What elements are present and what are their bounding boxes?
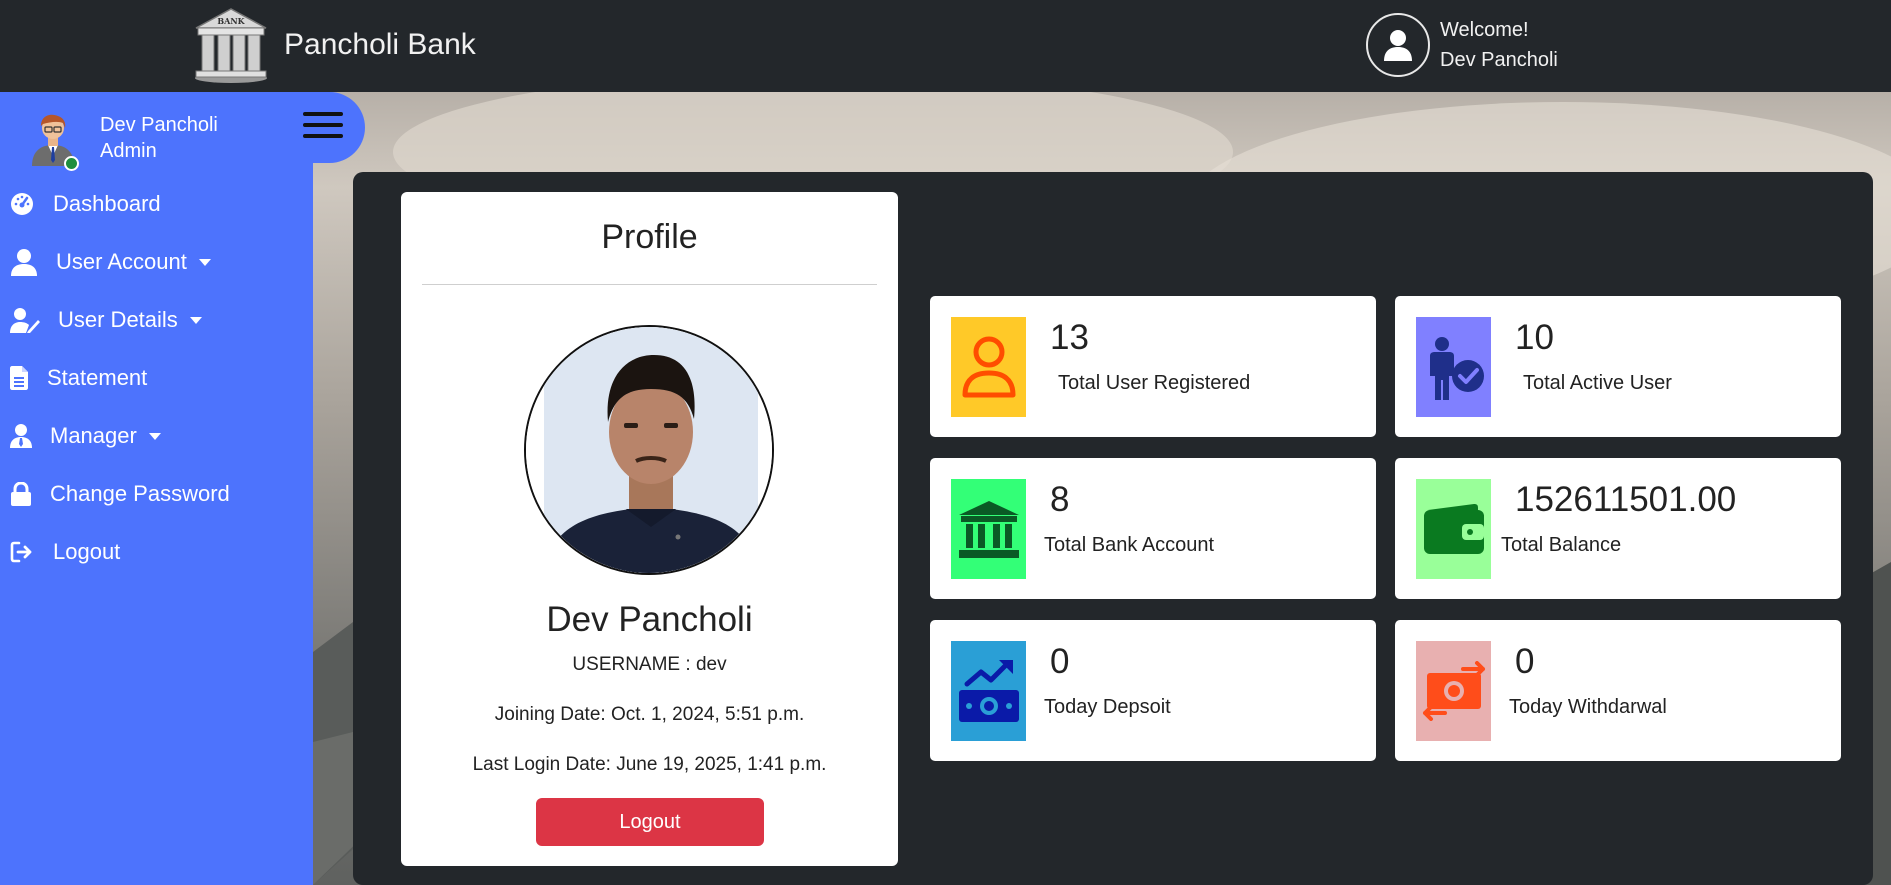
lock-icon <box>11 482 31 506</box>
stat-card-active-users[interactable]: 10 Total Active User <box>1395 296 1841 437</box>
sidebar-item-statement[interactable]: Statement <box>10 358 147 398</box>
profile-photo <box>524 325 774 575</box>
wallet-icon <box>1416 479 1491 579</box>
profile-joining-date: Joining Date: Oct. 1, 2024, 5:51 p.m. <box>494 704 805 725</box>
welcome-username: Dev Pancholi <box>1440 49 1558 71</box>
chevron-down-icon <box>148 432 161 440</box>
profile-card: Profile Dev Pancholi USERNAME : dev Join… <box>401 192 898 866</box>
sidebar-item-user-account[interactable]: User Account <box>10 242 211 282</box>
stat-card-today-withdrawal[interactable]: 0 Today Withdarwal <box>1395 620 1841 761</box>
sidebar-item-label: Change Password <box>50 481 230 506</box>
menu-toggle-icon[interactable] <box>303 112 343 142</box>
sidebar-user-role: Admin <box>100 140 157 162</box>
sidebar-user-panel: Dev Pancholi Admin <box>0 92 365 171</box>
stat-value: 8 <box>1050 480 1070 519</box>
bank-icon <box>951 479 1026 579</box>
stat-card-bank-accounts[interactable]: 8 Total Bank Account <box>930 458 1376 599</box>
stat-value: 0 <box>1050 642 1070 681</box>
user-icon <box>11 249 37 276</box>
profile-name: Dev Pancholi <box>546 600 753 639</box>
stat-value: 0 <box>1515 642 1535 681</box>
sidebar-item-change-password[interactable]: Change Password <box>10 474 230 514</box>
gauge-icon <box>11 193 33 215</box>
sidebar-item-label: Manager <box>50 423 137 448</box>
stat-label: Today Depsoit <box>1044 696 1171 718</box>
stat-value: 152611501.00 <box>1515 480 1737 519</box>
deposit-icon <box>951 641 1026 741</box>
sidebar-item-user-details[interactable]: User Details <box>10 300 202 340</box>
online-status-dot <box>64 156 79 171</box>
sign-out-icon <box>10 541 32 563</box>
bank-logo-icon: BANK <box>195 8 267 83</box>
sidebar-item-logout[interactable]: Logout <box>10 532 120 572</box>
sidebar-item-manager[interactable]: Manager <box>10 416 161 456</box>
sidebar-item-label: Dashboard <box>53 191 161 216</box>
top-navbar: BANK Pancholi Bank Welcome! Dev Pancholi <box>0 0 1891 92</box>
divider <box>422 284 877 285</box>
user-circle-icon <box>1366 13 1430 77</box>
stat-card-total-users[interactable]: 13 Total User Registered <box>930 296 1376 437</box>
brand[interactable]: BANK Pancholi Bank <box>190 6 476 84</box>
profile-username: USERNAME : dev <box>572 654 727 675</box>
stat-value: 10 <box>1515 318 1554 357</box>
stat-label: Total Active User <box>1523 372 1672 394</box>
welcome-user[interactable]: Welcome! Dev Pancholi <box>1366 13 1558 77</box>
user-check-icon <box>1416 317 1491 417</box>
sidebar-item-label: User Account <box>56 249 187 274</box>
profile-last-login: Last Login Date: June 19, 2025, 1:41 p.m… <box>472 754 827 775</box>
svg-text:BANK: BANK <box>217 16 245 26</box>
withdraw-icon <box>1416 641 1491 741</box>
chevron-down-icon <box>198 258 211 266</box>
user-outline-icon <box>951 317 1026 417</box>
stat-label: Total Bank Account <box>1044 534 1215 556</box>
sidebar-item-label: Logout <box>53 539 121 564</box>
stat-label: Total Balance <box>1501 534 1622 556</box>
sidebar-item-dashboard[interactable]: Dashboard <box>10 184 161 224</box>
sidebar-item-label: User Details <box>58 307 178 332</box>
brand-name: Pancholi Bank <box>284 28 476 61</box>
file-icon <box>10 366 28 390</box>
sidebar-user-name: Dev Pancholi <box>100 114 218 136</box>
profile-title: Profile <box>601 218 698 256</box>
welcome-greeting: Welcome! <box>1440 19 1529 41</box>
stat-value: 13 <box>1050 318 1089 357</box>
stat-label: Today Withdarwal <box>1509 696 1667 718</box>
user-tie-icon <box>10 424 32 448</box>
stat-label: Total User Registered <box>1058 372 1251 394</box>
stat-card-today-deposit[interactable]: 0 Today Depsoit <box>930 620 1376 761</box>
sidebar-item-label: Statement <box>47 365 148 390</box>
chevron-down-icon <box>189 316 202 324</box>
logout-button[interactable]: Logout <box>536 798 764 846</box>
stat-card-total-balance[interactable]: 152611501.00 Total Balance <box>1395 458 1841 599</box>
user-edit-icon <box>10 308 40 333</box>
